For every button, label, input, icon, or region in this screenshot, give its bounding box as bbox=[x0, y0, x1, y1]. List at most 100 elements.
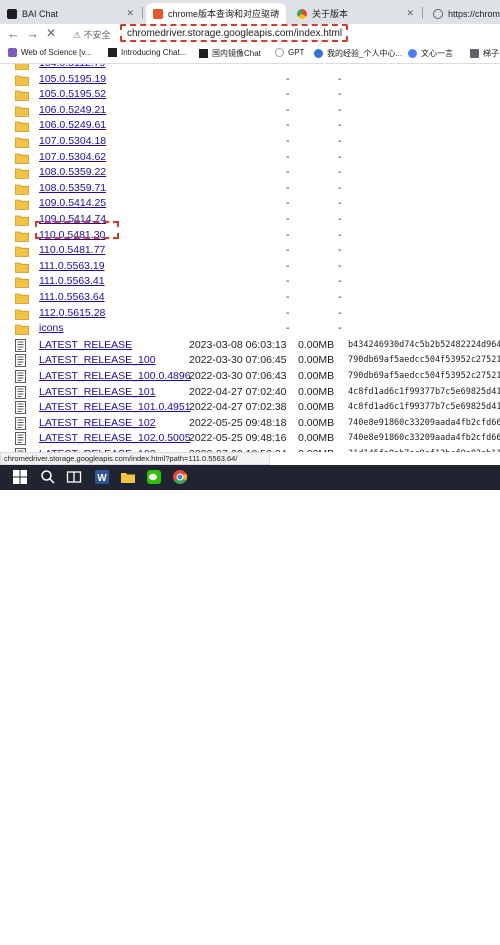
file-link[interactable]: LATEST_RELEASE_102.0.5005 bbox=[39, 432, 191, 444]
tab-chrome-query[interactable]: chrome版本查询和对应驱动 ✕ bbox=[146, 3, 286, 24]
file-link[interactable]: LATEST_RELEASE bbox=[39, 339, 132, 351]
url-text[interactable]: chromedriver.storage.googleapis.com/inde… bbox=[127, 28, 342, 39]
folder-link[interactable]: icons bbox=[39, 322, 64, 334]
bookmark-domestic-chat[interactable]: 国内镜像Chat bbox=[199, 48, 261, 59]
folder-size-dash: - bbox=[338, 244, 342, 257]
folder-link[interactable]: 111.0.5563.64 bbox=[39, 291, 105, 303]
file-size: 0.00MB bbox=[298, 448, 334, 452]
chrome-query-icon bbox=[153, 8, 163, 19]
file-hash: 4c8fd1ad6c1f99377b7c5e69825d4181 bbox=[348, 386, 500, 397]
file-row: LATEST_RELEASE_102.0.5005 2022-05-25 09:4… bbox=[0, 431, 500, 446]
file-hash: 790db69af5aedcc504f53952c27521fa bbox=[348, 355, 500, 366]
folder-link[interactable]: 107.0.5304.18 bbox=[39, 135, 106, 147]
tab-about-version[interactable]: 关于版本 ✕ bbox=[290, 3, 420, 24]
folder-date-dash: - bbox=[286, 244, 290, 257]
folder-size-dash: - bbox=[338, 322, 342, 335]
file-date: 2022-03-30 07:06:45 bbox=[189, 354, 287, 367]
folder-link[interactable]: 109.0.5414.25 bbox=[39, 197, 106, 209]
folder-link[interactable]: 108.0.5359.22 bbox=[39, 166, 106, 178]
bookmark-label: 文心一言 bbox=[421, 49, 453, 58]
file-row: LATEST_RELEASE_100 2022-03-30 07:06:45 0.0… bbox=[0, 353, 500, 368]
file-hash: 740e8e91860c33209aada4fb2cfd665e bbox=[348, 417, 500, 428]
folder-date-dash: - bbox=[286, 228, 290, 241]
insecure-label[interactable]: ⚠ 不安全 bbox=[73, 28, 111, 41]
folder-link[interactable]: 105.0.5195.52 bbox=[39, 88, 106, 100]
folder-size-dash: - bbox=[338, 88, 342, 101]
bookmark-label: 梯子 bbox=[483, 49, 499, 58]
close-icon[interactable]: ✕ bbox=[126, 8, 134, 19]
file-hash: 740e8e91860c33209aada4fb2cfd665e bbox=[348, 433, 500, 444]
folder-date-dash: - bbox=[286, 166, 290, 179]
windows-start-icon[interactable] bbox=[12, 469, 28, 485]
stop-button[interactable]: ✕ bbox=[46, 25, 56, 42]
folder-row: 110.0.5481.77 - - bbox=[0, 243, 500, 258]
folder-date-dash: - bbox=[286, 213, 290, 225]
file-link[interactable]: LATEST_RELEASE_101 bbox=[39, 386, 156, 398]
file-hash: 31d145fa9eb7ac9cf13bcf9a82eb1145 bbox=[348, 449, 500, 452]
folder-size-dash: - bbox=[338, 166, 342, 179]
file-date: 2022-04-27 07:02:38 bbox=[189, 401, 287, 414]
insecure-text: 不安全 bbox=[83, 30, 111, 40]
folder-link[interactable]: 106.0.5249.21 bbox=[39, 104, 106, 116]
folder-date-dash: - bbox=[286, 306, 290, 319]
task-view-icon[interactable] bbox=[66, 469, 82, 485]
bookmark-wenxin[interactable]: 文心一言 bbox=[408, 48, 453, 59]
file-size: 0.00MB bbox=[298, 338, 335, 351]
file-link[interactable]: LATEST_RELEASE_102 bbox=[39, 417, 156, 429]
chrome-icon[interactable] bbox=[172, 469, 188, 485]
folder-link[interactable]: 111.0.5563.19 bbox=[39, 260, 105, 272]
folder-link[interactable]: 107.0.5304.62 bbox=[39, 151, 106, 163]
folder-size-dash: - bbox=[338, 228, 342, 241]
word-icon[interactable]: W bbox=[94, 469, 110, 485]
wechat-icon[interactable] bbox=[146, 469, 162, 485]
forward-button[interactable]: → bbox=[26, 25, 39, 42]
file-size: 0.00MB bbox=[298, 432, 335, 445]
file-row: LATEST_RELEASE 2023-03-08 06:03:13 0.00MB b… bbox=[0, 338, 500, 353]
folder-link[interactable]: 110.0.5481.77 bbox=[39, 244, 105, 256]
svg-text:W: W bbox=[97, 473, 107, 484]
bookmark-icon bbox=[275, 48, 284, 57]
file-row: LATEST_RELEASE_102 2022-05-25 09:48:18 0.0… bbox=[0, 416, 500, 431]
folder-size-dash: - bbox=[338, 275, 342, 288]
folder-size-dash: - bbox=[338, 72, 342, 85]
bookmark-label: 我的经验_个人中心... bbox=[327, 49, 403, 58]
watermark: jingyan.baidu.com bbox=[368, 935, 441, 945]
folder-link[interactable]: 104.0.5112.79 bbox=[39, 64, 105, 69]
folder-row: 105.0.5195.19 - - bbox=[0, 72, 500, 87]
folder-link[interactable]: 105.0.5195.19 bbox=[39, 73, 106, 85]
bookmark-introducing-chat[interactable]: Introducing Chat... bbox=[108, 48, 186, 57]
file-link[interactable]: LATEST_RELEASE_100.0.4896 bbox=[39, 370, 191, 382]
tab-bai-chat[interactable]: BAI Chat ✕ bbox=[0, 3, 140, 24]
folder-row: 104.0.5112.79 - - bbox=[0, 64, 500, 71]
search-icon[interactable] bbox=[40, 469, 56, 485]
file-link[interactable]: LATEST_RELEASE_100 bbox=[39, 354, 156, 366]
back-button[interactable]: ← bbox=[7, 25, 20, 42]
folder-row: 107.0.5304.62 - - bbox=[0, 150, 500, 165]
bookmark-gpt[interactable]: GPT bbox=[275, 48, 304, 57]
tab-label: BAI Chat bbox=[22, 8, 59, 19]
folder-size-dash: - bbox=[338, 181, 342, 194]
file-date: 2022-04-27 07:02:40 bbox=[189, 385, 287, 398]
folder-size-dash: - bbox=[338, 197, 342, 210]
bookmark-web-of-science[interactable]: Web of Science [v... bbox=[8, 48, 91, 57]
folder-link[interactable]: 108.0.5359.71 bbox=[39, 182, 106, 194]
bookmark-icon bbox=[8, 48, 17, 57]
close-icon[interactable]: ✕ bbox=[406, 8, 414, 19]
folder-link[interactable]: 112.0.5615.28 bbox=[39, 307, 105, 319]
folder-date-dash: - bbox=[286, 275, 290, 288]
bookmark-ladder[interactable]: 梯子 bbox=[470, 48, 499, 59]
bookmark-icon bbox=[408, 49, 417, 58]
file-explorer-icon[interactable] bbox=[120, 469, 136, 485]
folder-link[interactable]: 106.0.5249.61 bbox=[39, 119, 106, 131]
status-url: chromedriver.storage.googleapis.com/inde… bbox=[0, 452, 270, 465]
tab-bar: BAI Chat ✕ chrome版本查询和对应驱动 ✕ 关于版本 ✕ http… bbox=[0, 0, 500, 24]
folder-size-dash: - bbox=[338, 213, 342, 225]
file-link[interactable]: LATEST_RELEASE_101.0.4951 bbox=[39, 401, 191, 413]
bookmark-icon bbox=[108, 48, 117, 57]
tab-label: https://chrome bbox=[448, 8, 500, 19]
close-icon[interactable]: ✕ bbox=[272, 8, 280, 19]
tab-https-chrome[interactable]: https://chrome bbox=[426, 3, 500, 24]
folder-size-dash: - bbox=[338, 150, 342, 163]
folder-link[interactable]: 111.0.5563.41 bbox=[39, 275, 105, 287]
bookmark-my-experience[interactable]: 我的经验_个人中心... bbox=[314, 48, 402, 59]
